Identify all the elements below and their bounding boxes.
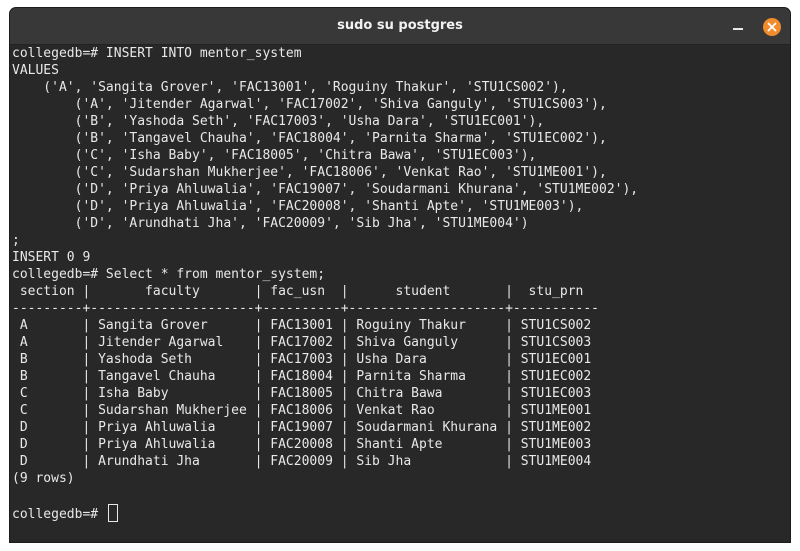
terminal-line: ('B', 'Tangavel Chauha', 'FAC18004', 'Pa…	[12, 131, 607, 146]
minimize-icon[interactable]	[731, 19, 745, 33]
terminal-line: ('A', 'Sangita Grover', 'FAC13001', 'Rog…	[12, 80, 568, 95]
terminal-line: ('B', 'Yashoda Seth', 'FAC17003', 'Usha …	[12, 114, 545, 129]
terminal-line: ;	[12, 233, 20, 248]
title-bar[interactable]: sudo su postgres	[10, 8, 790, 45]
terminal-line: VALUES	[12, 63, 59, 78]
table-row: A | Sangita Grover | FAC13001 | Roguiny …	[12, 318, 592, 333]
close-icon[interactable]	[763, 18, 781, 36]
terminal-line: ('D', 'Priya Ahluwalia', 'FAC19007', 'So…	[12, 182, 639, 197]
table-row: D | Arundhati Jha | FAC20009 | Sib Jha |…	[12, 454, 592, 469]
table-header-row: section | faculty | fac_usn | student | …	[12, 284, 584, 299]
table-row: D | Priya Ahluwalia | FAC19007 | Soudarm…	[12, 420, 592, 435]
table-row: B | Yashoda Seth | FAC17003 | Usha Dara …	[12, 352, 592, 367]
terminal-line: ('C', 'Sudarshan Mukherjee', 'FAC18006',…	[12, 165, 607, 180]
terminal-line: ('D', 'Arundhati Jha', 'FAC20009', 'Sib …	[12, 216, 529, 231]
terminal-line: INSERT 0 9	[12, 250, 91, 265]
table-separator: ---------+---------------------+--------…	[12, 301, 599, 316]
terminal-line: ('A', 'Jitender Agarwal', 'FAC17002', 'S…	[12, 97, 607, 112]
text-cursor[interactable]	[107, 504, 118, 522]
window-title: sudo su postgres	[337, 18, 463, 33]
table-row: A | Jitender Agarwal | FAC17002 | Shiva …	[12, 335, 592, 350]
row-count: (9 rows)	[12, 471, 75, 486]
table-row: C | Sudarshan Mukherjee | FAC18006 | Ven…	[12, 403, 592, 418]
terminal-output[interactable]: collegedb=# INSERT INTO mentor_system VA…	[10, 45, 790, 542]
table-row: C | Isha Baby | FAC18005 | Chitra Bawa |…	[12, 386, 592, 401]
terminal-line: ('C', 'Isha Baby', 'FAC18005', 'Chitra B…	[12, 148, 537, 163]
prompt-line[interactable]: collegedb=#	[12, 504, 790, 522]
table-row: D | Priya Ahluwalia | FAC20008 | Shanti …	[12, 437, 592, 452]
terminal-line: collegedb=# INSERT INTO mentor_system	[12, 46, 302, 61]
terminal-line: ('D', 'Priya Ahluwalia', 'FAC20008', 'Sh…	[12, 199, 584, 214]
table-row: B | Tangavel Chauha | FAC18004 | Parnita…	[12, 369, 592, 384]
terminal-window: sudo su postgres collegedb=# INSERT INTO…	[10, 8, 790, 542]
terminal-line: collegedb=# Select * from mentor_system;	[12, 267, 326, 282]
prompt: collegedb=#	[12, 507, 106, 522]
